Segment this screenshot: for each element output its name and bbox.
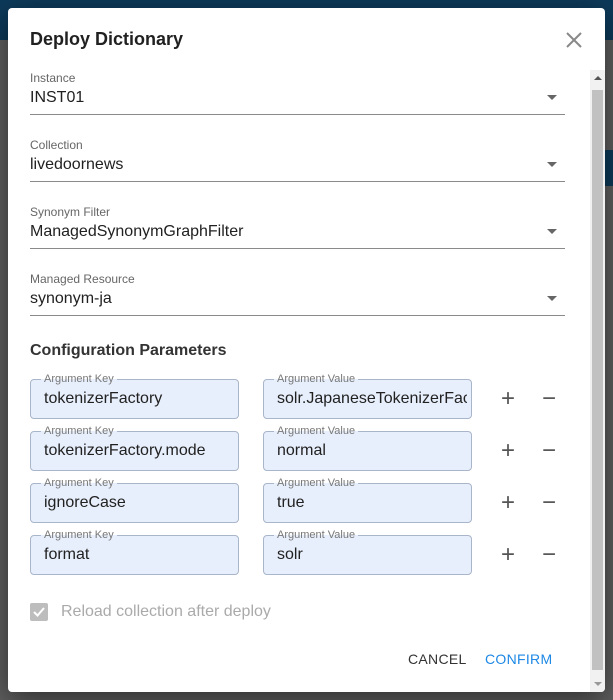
chevron-down-icon xyxy=(547,296,557,301)
add-row-icon[interactable]: + xyxy=(501,491,515,515)
background-app-bar xyxy=(605,150,613,186)
select-label: Instance xyxy=(30,71,76,85)
argument-key-value: tokenizerFactory.mode xyxy=(44,442,206,459)
argument-key-input[interactable]: Argument Key tokenizerFactory xyxy=(30,372,239,419)
chevron-down-icon xyxy=(547,229,557,234)
scrollbar-thumb[interactable] xyxy=(592,90,603,670)
select-value: livedoornews xyxy=(30,156,124,173)
select-synonym-filter[interactable]: Synonym Filter ManagedSynonymGraphFilter xyxy=(30,205,565,249)
argument-value-input[interactable]: Argument Value solr xyxy=(263,528,472,575)
scroll-down-icon[interactable] xyxy=(594,682,602,686)
cancel-button[interactable]: CANCEL xyxy=(408,651,467,667)
dialog-title: Deploy Dictionary xyxy=(30,29,184,49)
select-value: INST01 xyxy=(30,89,85,106)
select-value: synonym-ja xyxy=(30,290,112,307)
reload-checkbox[interactable] xyxy=(30,603,48,621)
argument-key-label: Argument Key xyxy=(41,372,117,386)
select-collection[interactable]: Collection livedoornews xyxy=(30,138,565,182)
select-instance[interactable]: Instance INST01 xyxy=(30,71,565,115)
remove-row-icon[interactable]: − xyxy=(542,387,556,411)
config-section-title: Configuration Parameters xyxy=(30,342,227,359)
add-row-icon[interactable]: + xyxy=(501,543,515,567)
argument-key-value: format xyxy=(44,546,90,563)
argument-key-input[interactable]: Argument Key format xyxy=(30,528,239,575)
argument-key-value: tokenizerFactory xyxy=(44,390,163,407)
add-row-icon[interactable]: + xyxy=(501,387,515,411)
argument-value-value: solr xyxy=(277,546,303,563)
argument-value-label: Argument Value xyxy=(274,528,359,542)
check-icon xyxy=(33,607,45,617)
argument-value-label: Argument Value xyxy=(274,372,359,386)
argument-value-input[interactable]: Argument Value normal xyxy=(263,424,472,471)
scrollbar[interactable] xyxy=(590,70,605,692)
argument-key-input[interactable]: Argument Key tokenizerFactory.mode xyxy=(30,424,239,471)
argument-value-input[interactable]: Argument Value solr.JapaneseTokenizerFac… xyxy=(263,372,472,419)
argument-value-input[interactable]: Argument Value true xyxy=(263,476,472,523)
close-icon[interactable] xyxy=(564,30,584,50)
argument-value-label: Argument Value xyxy=(274,424,359,438)
reload-checkbox-label: Reload collection after deploy xyxy=(61,603,271,620)
argument-value-value: true xyxy=(277,494,305,511)
add-row-icon[interactable]: + xyxy=(501,439,515,463)
argument-key-value: ignoreCase xyxy=(44,494,126,511)
select-label: Collection xyxy=(30,138,83,152)
remove-row-icon[interactable]: − xyxy=(542,491,556,515)
argument-value-value: normal xyxy=(277,442,326,459)
remove-row-icon[interactable]: − xyxy=(542,543,556,567)
argument-key-label: Argument Key xyxy=(41,528,117,542)
argument-value-value: solr.JapaneseTokenizerFactory xyxy=(277,390,467,407)
argument-key-input[interactable]: Argument Key ignoreCase xyxy=(30,476,239,523)
confirm-button[interactable]: CONFIRM xyxy=(485,651,552,667)
argument-key-label: Argument Key xyxy=(41,424,117,438)
deploy-dictionary-dialog: Deploy Dictionary Instance INST01 Collec… xyxy=(8,8,605,692)
select-label: Synonym Filter xyxy=(30,205,111,219)
select-managed-resource[interactable]: Managed Resource synonym-ja xyxy=(30,272,565,316)
scroll-up-icon[interactable] xyxy=(594,76,602,80)
chevron-down-icon xyxy=(547,95,557,100)
remove-row-icon[interactable]: − xyxy=(542,439,556,463)
chevron-down-icon xyxy=(547,162,557,167)
select-label: Managed Resource xyxy=(30,272,135,286)
argument-value-label: Argument Value xyxy=(274,476,359,490)
select-value: ManagedSynonymGraphFilter xyxy=(30,223,244,240)
argument-key-label: Argument Key xyxy=(41,476,117,490)
